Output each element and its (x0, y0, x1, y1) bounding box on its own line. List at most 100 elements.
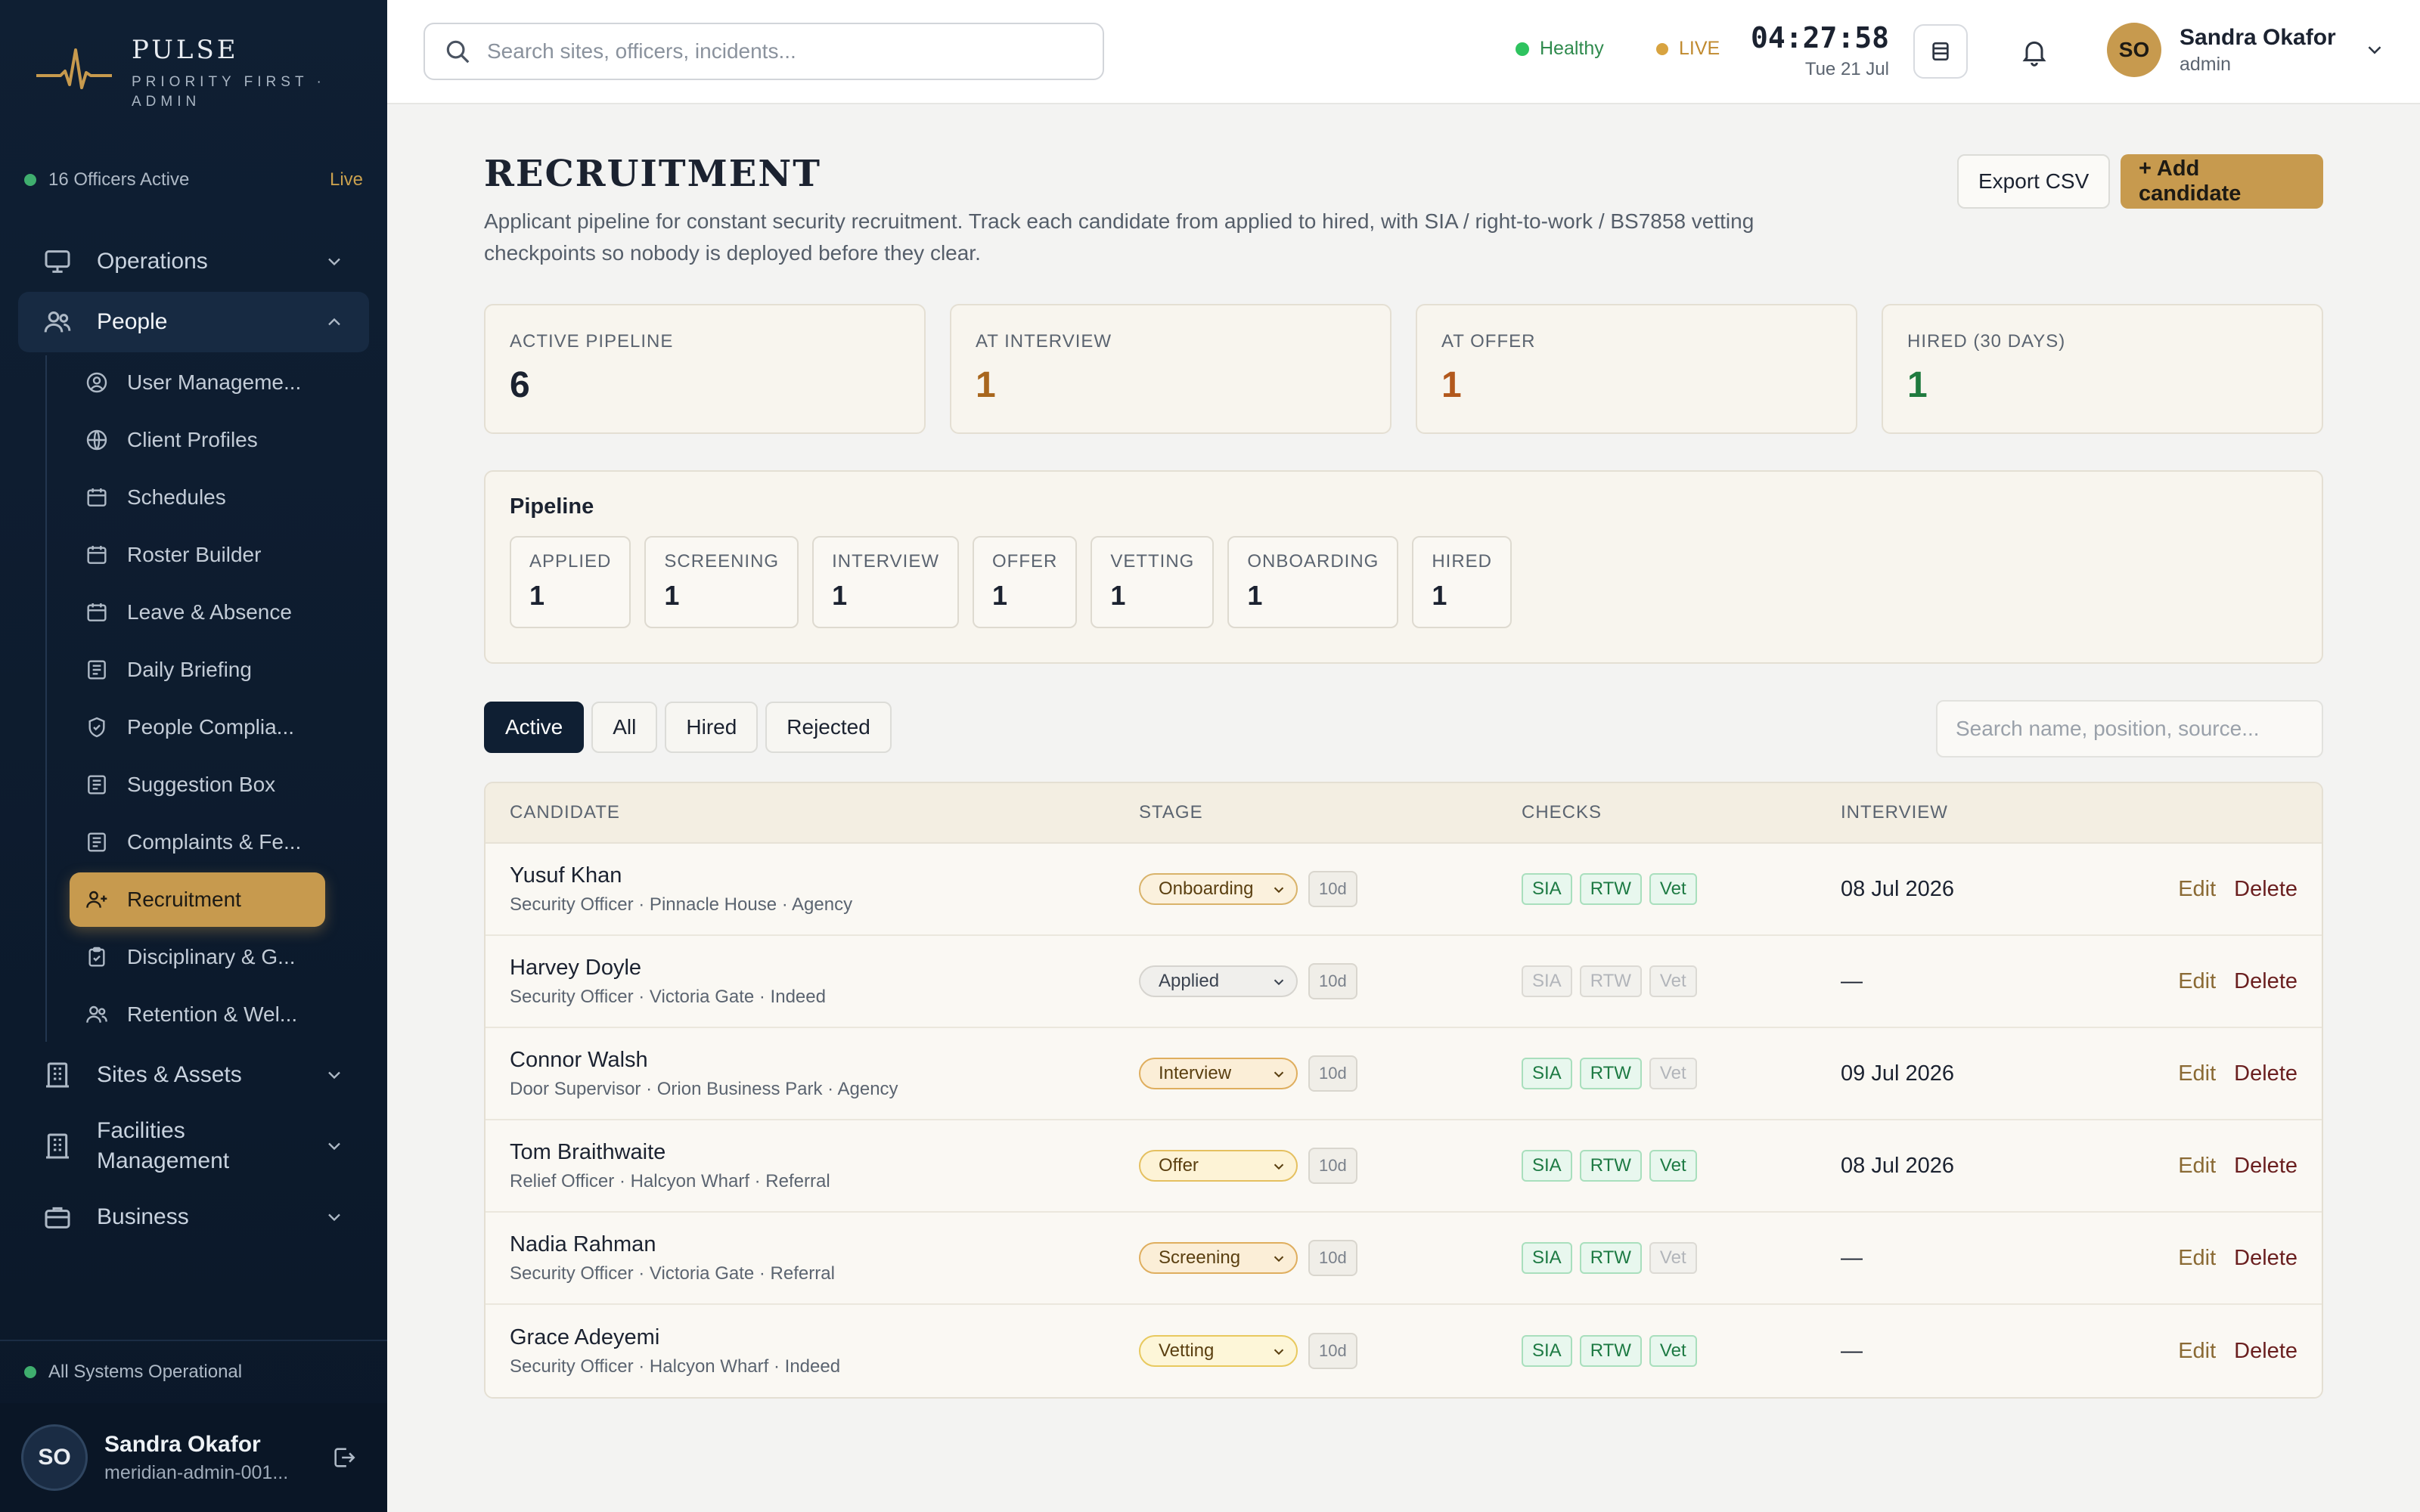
column-header-interview[interactable]: INTERVIEW (1841, 802, 2128, 823)
candidate-meta: Security Officer · Victoria Gate · Refer… (510, 1263, 835, 1284)
sidebar-item-label: Leave & Absence (127, 600, 292, 624)
chevron-down-icon (1274, 1163, 1284, 1170)
filter-tab-hired[interactable]: Hired (665, 702, 759, 753)
pipeline-stage-vetting[interactable]: VETTING 1 (1091, 536, 1215, 628)
live-label: LIVE (1679, 38, 1720, 59)
building-icon (46, 1133, 69, 1159)
sidebar-item-people-compliance[interactable]: People Complia... (70, 700, 325, 754)
notifications-button[interactable] (2007, 24, 2062, 79)
user-name: Sandra Okafor (2180, 24, 2336, 50)
table-row[interactable]: Nadia Rahman Security Officer · Victoria … (486, 1213, 2322, 1305)
candidate-name[interactable]: Tom Braithwaite (510, 1140, 1139, 1165)
days-in-stage-badge: 10d (1308, 1055, 1357, 1092)
stage-select[interactable]: Offer (1139, 1150, 1298, 1182)
stage-select[interactable]: Screening (1139, 1242, 1298, 1274)
stage-value: Applied (1159, 971, 1220, 991)
table-row[interactable]: Grace Adeyemi Security Officer · Halcyon … (486, 1305, 2322, 1397)
sidebar-item-label: Disciplinary & G... (127, 945, 296, 968)
candidate-meta: Relief Officer · Halcyon Wharf · Referra… (510, 1170, 830, 1191)
stage-select[interactable]: Interview (1139, 1058, 1298, 1089)
export-csv-button[interactable]: Export CSV (1957, 154, 2111, 209)
nav-sites-assets[interactable]: Sites & Assets (18, 1045, 369, 1105)
candidate-name[interactable]: Harvey Doyle (510, 956, 1139, 981)
nav-operations[interactable]: Operations (18, 231, 369, 292)
brand-subtitle: PRIORITY FIRST · ADMIN (132, 74, 326, 110)
interview-date: 09 Jul 2026 (1841, 1061, 1954, 1086)
stage-select[interactable]: Applied (1139, 965, 1298, 997)
search-input[interactable] (487, 39, 1077, 64)
sidebar-item-user-management[interactable]: User Manageme... (70, 355, 325, 410)
nav-people[interactable]: People (18, 292, 369, 352)
nav-business[interactable]: Business (18, 1187, 369, 1247)
sidebar-item-leave-absence[interactable]: Leave & Absence (70, 585, 325, 640)
sidebar-item-schedules[interactable]: Schedules (70, 470, 325, 525)
pipeline-stage-hired[interactable]: HIRED 1 (1412, 536, 1512, 628)
officers-status: 16 Officers Active Live (24, 169, 363, 191)
delete-button[interactable]: Delete (2234, 1246, 2297, 1271)
check-vet-badge: Vet (1649, 1058, 1697, 1089)
pipeline-stage-onboarding[interactable]: ONBOARDING 1 (1227, 536, 1399, 628)
actions-cell: Edit Delete (2128, 1246, 2322, 1271)
interview-date: — (1841, 1245, 1863, 1270)
check-vet-badge: Vet (1649, 1335, 1697, 1367)
pipeline-stage-interview[interactable]: INTERVIEW 1 (812, 536, 959, 628)
chevron-down-icon (328, 258, 340, 266)
stage-select[interactable]: Onboarding (1139, 873, 1298, 905)
filter-tab-active[interactable]: Active (484, 702, 585, 753)
sidebar-item-label: Suggestion Box (127, 773, 276, 796)
global-search[interactable] (424, 23, 1104, 80)
sidebar-item-suggestion-box[interactable]: Suggestion Box (70, 758, 325, 812)
sidebar-item-roster-builder[interactable]: Roster Builder (70, 528, 325, 582)
column-header-checks[interactable]: CHECKS (1522, 802, 1841, 823)
sidebar-item-client-profiles[interactable]: Client Profiles (70, 413, 325, 467)
topbar: Healthy LIVE 04:27:58 Tue 21 Jul SO Sand… (387, 0, 2420, 104)
delete-button[interactable]: Delete (2234, 1154, 2297, 1179)
edit-button[interactable]: Edit (2178, 1154, 2216, 1179)
candidate-name[interactable]: Yusuf Khan (510, 863, 1139, 888)
officers-active-text: 16 Officers Active (48, 169, 190, 190)
table-row[interactable]: Tom Braithwaite Relief Officer · Halcyon … (486, 1120, 2322, 1213)
delete-button[interactable]: Delete (2234, 1339, 2297, 1364)
stat-card-at-interview: AT INTERVIEW 1 (950, 304, 1392, 434)
pipeline-stage-applied[interactable]: APPLIED 1 (510, 536, 631, 628)
nav-facilities[interactable]: Facilities Management (18, 1105, 369, 1187)
edit-button[interactable]: Edit (2178, 877, 2216, 902)
stage-label: APPLIED (529, 551, 612, 572)
sidebar-item-complaints[interactable]: Complaints & Fe... (70, 815, 325, 869)
sidebar-item-retention[interactable]: Retention & Wel... (70, 987, 325, 1042)
candidate-search[interactable] (1936, 700, 2323, 758)
delete-button[interactable]: Delete (2234, 877, 2297, 902)
filter-tab-all[interactable]: All (591, 702, 658, 753)
pipeline-stage-screening[interactable]: SCREENING 1 (644, 536, 799, 628)
logout-icon[interactable] (331, 1445, 357, 1470)
add-candidate-button[interactable]: + Add candidate (2121, 154, 2323, 209)
table-row[interactable]: Connor Walsh Door Supervisor · Orion Busi… (486, 1028, 2322, 1120)
edit-button[interactable]: Edit (2178, 969, 2216, 994)
layout-button[interactable] (1913, 24, 1968, 79)
delete-button[interactable]: Delete (2234, 969, 2297, 994)
days-in-stage-badge: 10d (1308, 963, 1357, 999)
user-menu[interactable]: SO Sandra Okafor admin (2107, 23, 2386, 77)
column-header-candidate[interactable]: CANDIDATE (486, 802, 1139, 823)
delete-button[interactable]: Delete (2234, 1061, 2297, 1086)
candidate-name[interactable]: Grace Adeyemi (510, 1325, 1139, 1350)
table-row[interactable]: Yusuf Khan Security Officer · Pinnacle Ho… (486, 844, 2322, 936)
edit-button[interactable]: Edit (2178, 1339, 2216, 1364)
candidate-name[interactable]: Connor Walsh (510, 1048, 1139, 1073)
table-row[interactable]: Harvey Doyle Security Officer · Victoria … (486, 936, 2322, 1028)
edit-button[interactable]: Edit (2178, 1061, 2216, 1086)
sidebar-item-recruitment[interactable]: Recruitment (70, 872, 325, 927)
stat-label: ACTIVE PIPELINE (510, 331, 674, 352)
candidate-name[interactable]: Nadia Rahman (510, 1232, 1139, 1257)
avatar[interactable]: SO (21, 1424, 88, 1491)
candidate-cell: Harvey Doyle Security Officer · Victoria … (486, 956, 1139, 1008)
edit-button[interactable]: Edit (2178, 1246, 2216, 1271)
sidebar-item-daily-briefing[interactable]: Daily Briefing (70, 643, 325, 697)
column-header-stage[interactable]: STAGE (1139, 802, 1522, 823)
pipeline-stage-offer[interactable]: OFFER 1 (972, 536, 1078, 628)
sidebar-item-disciplinary[interactable]: Disciplinary & G... (70, 930, 325, 984)
candidate-search-input[interactable] (1956, 717, 2304, 741)
stage-select[interactable]: Vetting (1139, 1335, 1298, 1367)
filter-tab-rejected[interactable]: Rejected (765, 702, 892, 753)
brand[interactable]: PULSE PRIORITY FIRST · ADMIN (35, 35, 358, 112)
